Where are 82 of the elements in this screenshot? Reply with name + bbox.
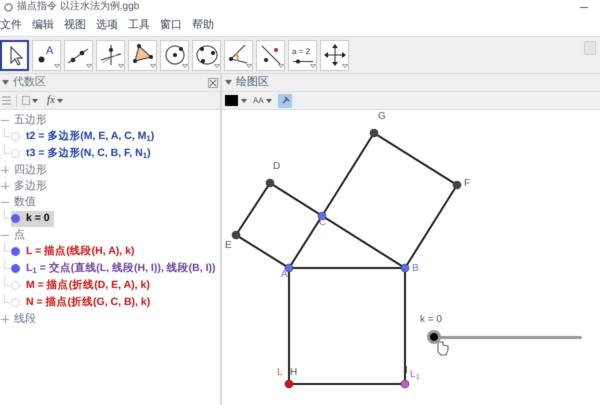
expand-toggle[interactable]: [1, 315, 9, 323]
point-label: C: [319, 218, 326, 228]
point-label: B: [412, 264, 419, 274]
category-label[interactable]: 四边形: [14, 162, 47, 178]
point-label: F: [464, 179, 470, 189]
point-label: L: [277, 368, 283, 378]
slider-icon: [293, 59, 314, 64]
visibility-toggle[interactable]: [11, 247, 20, 256]
caret-icon: [266, 98, 272, 102]
category-label[interactable]: 五边形: [14, 112, 47, 128]
point-label: A: [281, 270, 288, 280]
text-style-dropdown[interactable]: AA: [253, 94, 272, 106]
caret-icon: [54, 64, 60, 68]
point-label: L$_{1}$: [410, 370, 420, 380]
app-icon: [4, 2, 13, 12]
visibility-toggle[interactable]: [11, 132, 20, 141]
category-label[interactable]: 线段: [14, 310, 36, 328]
algebra-entry[interactable]: L = 描点(线段(H, A), k): [26, 244, 134, 260]
hand-cursor-icon: [438, 342, 448, 356]
point[interactable]: [400, 264, 410, 272]
algebra-entry[interactable]: M = 描点(折线(D, E, A), k): [26, 278, 150, 294]
window-title: 描点指令 以注水法为例.ggb: [17, 2, 140, 12]
tool-button[interactable]: A: [32, 40, 61, 70]
menu-item[interactable]: 编辑: [32, 16, 54, 34]
collapse-icon[interactable]: [225, 80, 232, 85]
menu-item[interactable]: 选项: [96, 16, 118, 34]
algebra-entry[interactable]: t2 = 多边形(M, E, A, C, M$_{1}$): [26, 128, 154, 144]
category-label[interactable]: 数值: [14, 194, 36, 210]
caret-icon: [342, 64, 348, 68]
point[interactable]: [232, 230, 240, 240]
algebra-entry[interactable]: N = 描点(折线(G, C, B), k): [26, 294, 150, 310]
algebra-entry[interactable]: k = 0: [26, 210, 50, 226]
color-dropdown-icon[interactable]: [225, 95, 247, 106]
sort-dropdown-icon[interactable]: [22, 96, 38, 105]
point[interactable]: [400, 380, 410, 388]
caret-icon: [246, 64, 252, 68]
point-label: I: [405, 366, 408, 376]
slider-track[interactable]: [427, 330, 582, 344]
point-label: H: [290, 368, 298, 378]
point[interactable]: [370, 128, 378, 138]
category-label[interactable]: 点: [14, 226, 25, 244]
panel-title: 代数区: [13, 75, 46, 90]
tool-button[interactable]: [0, 40, 29, 70]
pin-icon[interactable]: [278, 94, 292, 108]
visibility-toggle[interactable]: [11, 281, 20, 290]
caret-icon: [150, 64, 156, 68]
collapse-icon[interactable]: [2, 80, 9, 85]
point-label: D: [273, 162, 280, 172]
menu-item[interactable]: 视图: [64, 16, 86, 34]
caret-icon: [56, 98, 63, 102]
point-icon: [38, 56, 44, 63]
caret-icon: [310, 64, 316, 68]
point[interactable]: [266, 178, 274, 188]
expand-toggle[interactable]: [1, 166, 9, 174]
expand-toggle[interactable]: [1, 182, 9, 190]
category-label[interactable]: 多边形: [14, 178, 47, 194]
point-label: E: [225, 241, 232, 251]
caret-icon: [86, 64, 92, 68]
algebra-entry[interactable]: t3 = 多边形(N, C, B, F, N$_{1}$): [26, 146, 151, 162]
visibility-toggle[interactable]: [11, 214, 20, 223]
visibility-toggle[interactable]: [11, 298, 20, 307]
panel-title: 绘图区: [236, 75, 269, 90]
visibility-toggle[interactable]: [11, 264, 20, 273]
menu-item[interactable]: 工具: [128, 16, 150, 34]
point[interactable]: [284, 380, 294, 388]
caret-icon: [278, 64, 284, 68]
point-label: G: [378, 112, 386, 122]
slider-label: k = 0: [420, 315, 442, 325]
menu-item[interactable]: 文件: [0, 16, 22, 34]
point[interactable]: [452, 180, 462, 190]
menu-item[interactable]: 帮助: [192, 16, 214, 34]
minimize-icon[interactable]: [580, 6, 588, 8]
algebra-entry[interactable]: L$_{1}$ = 交点(直线(L, 线段(H, I)), 线段(B, I)): [26, 260, 216, 276]
function-dropdown[interactable]: fx: [47, 92, 63, 109]
slider-thumb[interactable]: [427, 330, 441, 344]
menu-item[interactable]: 窗口: [160, 16, 182, 34]
caret-icon: [118, 64, 124, 68]
close-icon[interactable]: [208, 78, 218, 88]
caret-icon: [182, 64, 188, 68]
caret-icon: [214, 64, 220, 68]
visibility-toggle[interactable]: [11, 149, 20, 158]
tool-button[interactable]: a = 2: [288, 40, 317, 70]
